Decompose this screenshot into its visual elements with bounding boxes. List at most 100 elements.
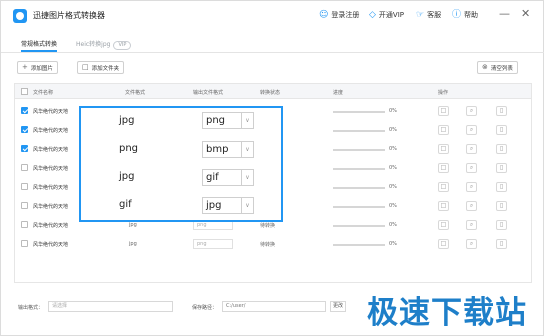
user-icon: ☺ xyxy=(319,9,329,20)
folder-icon[interactable]: □ xyxy=(438,220,449,230)
folder-icon[interactable]: □ xyxy=(438,144,449,154)
row-checkbox[interactable] xyxy=(21,240,28,247)
titlebar: 迅捷图片格式转换器 ☺ 登录注册 ◇ 开通VIP ☞ 客服 ⓘ 帮助 — ✕ xyxy=(1,1,544,31)
chevron-down-icon: ∨ xyxy=(241,142,253,157)
row-checkbox[interactable] xyxy=(21,107,28,114)
trash-icon[interactable]: ▯ xyxy=(496,144,507,154)
folder-icon[interactable]: □ xyxy=(438,239,449,249)
search-icon[interactable]: ⌕ xyxy=(466,239,477,249)
trash-icon[interactable]: ▯ xyxy=(496,125,507,135)
change-path-button[interactable]: 更改 xyxy=(330,301,346,312)
row-checkbox[interactable] xyxy=(21,202,28,209)
vip-button[interactable]: ◇ 开通VIP xyxy=(369,10,404,20)
hl-output-select[interactable]: jpg ∨ xyxy=(202,197,254,214)
hl-type: png xyxy=(119,143,139,154)
chevron-down-icon: ∨ xyxy=(241,113,253,128)
hl-type: jpg xyxy=(119,171,135,182)
progress-bar xyxy=(333,168,385,170)
file-name: 风华绝代的天地 xyxy=(33,185,69,191)
trash-icon[interactable]: ▯ xyxy=(496,182,507,192)
search-icon[interactable]: ⌕ xyxy=(466,144,477,154)
hl-output-value: gif xyxy=(206,172,219,183)
plus-icon: + xyxy=(22,63,28,71)
trash-icon[interactable]: ▯ xyxy=(496,163,507,173)
select-all-checkbox[interactable] xyxy=(21,88,28,95)
add-image-button[interactable]: + 添加图片 xyxy=(17,61,58,74)
folder-icon[interactable]: □ xyxy=(438,182,449,192)
progress-percent: 0% xyxy=(389,222,397,228)
tab-bar: 常规格式转换 Heic转换jpg VIP xyxy=(1,35,544,53)
clear-list-button[interactable]: ⊗ 清空列表 xyxy=(477,61,518,74)
output-format-label: 输出格式： xyxy=(18,305,44,311)
search-icon[interactable]: ⌕ xyxy=(466,182,477,192)
search-icon[interactable]: ⌕ xyxy=(466,106,477,116)
minimize-button[interactable]: — xyxy=(499,8,510,19)
service-button[interactable]: ☞ 客服 xyxy=(416,10,441,20)
progress-percent: 0% xyxy=(389,184,397,190)
save-path-input[interactable]: C:/user/ xyxy=(222,301,326,312)
hl-output-select[interactable]: png ∨ xyxy=(202,112,254,129)
file-name: 风华绝代的天地 xyxy=(33,147,69,153)
progress-percent: 0% xyxy=(389,127,397,133)
vip-badge: VIP xyxy=(113,41,132,50)
hl-output-select[interactable]: gif ∨ xyxy=(202,169,254,186)
progress-bar xyxy=(333,244,385,246)
progress-bar xyxy=(333,149,385,151)
output-format-select[interactable]: 请选择 xyxy=(48,301,173,312)
file-name: 风华绝代的天地 xyxy=(33,109,69,115)
add-folder-label: 添加文件夹 xyxy=(91,65,120,72)
header-output-format: 输出文件格式 xyxy=(193,90,224,96)
clear-list-label: 清空列表 xyxy=(490,65,513,72)
row-checkbox[interactable] xyxy=(21,145,28,152)
help-button[interactable]: ⓘ 帮助 xyxy=(452,10,478,20)
folder-icon[interactable]: □ xyxy=(438,106,449,116)
output-format-select[interactable]: png xyxy=(193,239,233,249)
add-folder-button[interactable]: □ 添加文件夹 xyxy=(77,61,125,74)
clear-icon: ⊗ xyxy=(482,63,488,71)
trash-icon[interactable]: ▯ xyxy=(496,220,507,230)
header-format: 文件格式 xyxy=(125,90,146,96)
progress-percent: 0% xyxy=(389,165,397,171)
app-title: 迅捷图片格式转换器 xyxy=(33,11,105,20)
row-checkbox[interactable] xyxy=(21,183,28,190)
table-row[interactable]: 风华绝代的天地 jpg png 待转换 0% □ ⌕ ▯ xyxy=(15,235,531,254)
tab-heic-convert[interactable]: Heic转换jpg VIP xyxy=(76,39,132,50)
diamond-icon: ◇ xyxy=(369,9,376,20)
trash-icon[interactable]: ▯ xyxy=(496,201,507,211)
chevron-down-icon: ∨ xyxy=(241,170,253,185)
folder-icon[interactable]: □ xyxy=(438,163,449,173)
hl-output-select[interactable]: bmp ∨ xyxy=(202,141,254,158)
folder-icon[interactable]: □ xyxy=(438,201,449,211)
trash-icon[interactable]: ▯ xyxy=(496,239,507,249)
tab-normal-convert[interactable]: 常规格式转换 xyxy=(21,39,58,52)
progress-bar xyxy=(333,225,385,227)
progress-bar xyxy=(333,206,385,208)
folder-icon[interactable]: □ xyxy=(438,125,449,135)
tab-normal-convert-label: 常规格式转换 xyxy=(21,41,58,48)
headset-icon: ☞ xyxy=(416,9,425,20)
file-name: 风华绝代的天地 xyxy=(33,166,69,172)
search-icon[interactable]: ⌕ xyxy=(466,201,477,211)
trash-icon[interactable]: ▯ xyxy=(496,106,507,116)
tab-heic-convert-label: Heic转换jpg xyxy=(76,41,111,48)
row-checkbox[interactable] xyxy=(21,221,28,228)
search-icon[interactable]: ⌕ xyxy=(466,220,477,230)
login-button[interactable]: ☺ 登录注册 xyxy=(319,10,359,20)
close-button[interactable]: ✕ xyxy=(521,8,530,19)
hl-output-value: bmp xyxy=(206,144,229,155)
progress-percent: 0% xyxy=(389,108,397,114)
search-icon[interactable]: ⌕ xyxy=(466,125,477,135)
folder-icon: □ xyxy=(82,63,89,71)
convert-status: 待转换 xyxy=(260,242,276,248)
header-name: 文件名称 xyxy=(33,90,54,96)
help-label: 帮助 xyxy=(464,11,479,19)
file-name: 风华绝代的天地 xyxy=(33,242,69,248)
question-icon: ⓘ xyxy=(452,9,462,20)
add-image-label: 添加图片 xyxy=(30,65,53,72)
app-window: 迅捷图片格式转换器 ☺ 登录注册 ◇ 开通VIP ☞ 客服 ⓘ 帮助 — ✕ 常… xyxy=(0,0,544,336)
search-icon[interactable]: ⌕ xyxy=(466,163,477,173)
row-checkbox[interactable] xyxy=(21,126,28,133)
convert-status: 待转换 xyxy=(260,223,276,229)
hl-type: gif xyxy=(119,199,132,210)
row-checkbox[interactable] xyxy=(21,164,28,171)
